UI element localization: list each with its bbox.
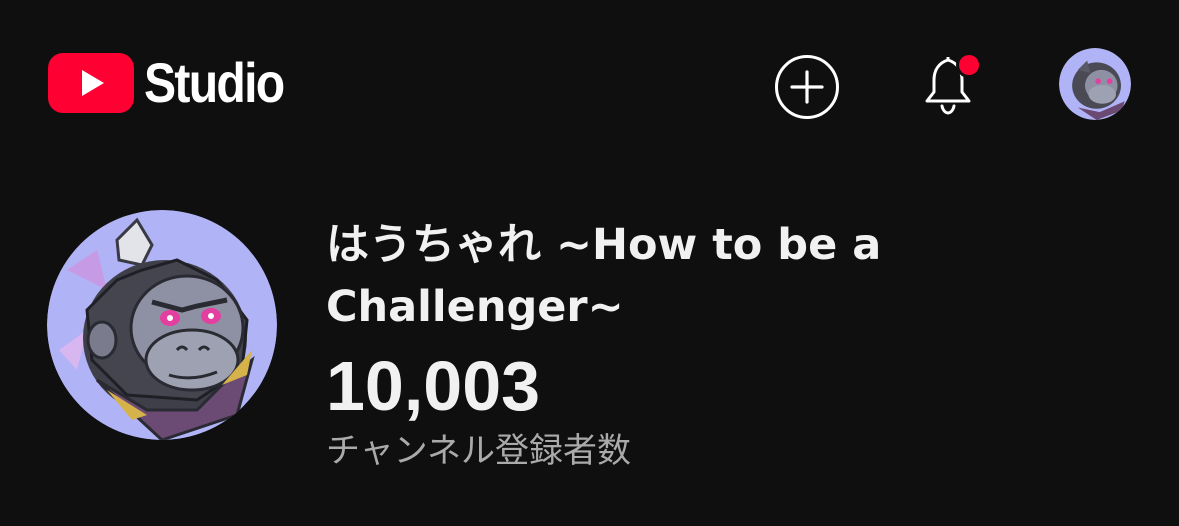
- plus-circle-icon: [775, 55, 839, 119]
- channel-avatar[interactable]: [47, 210, 277, 440]
- studio-logo[interactable]: Studio: [48, 52, 306, 114]
- notification-dot: [959, 55, 979, 75]
- channel-name: はうちゃれ ~How to be a Challenger~: [326, 220, 882, 332]
- account-avatar[interactable]: [1059, 48, 1131, 120]
- channel-info: はうちゃれ ~How to be a Challenger~ 10,003 チャ…: [326, 214, 1046, 474]
- bell-icon: [925, 52, 982, 115]
- studio-logo-text: Studio: [144, 51, 285, 114]
- subscriber-label: チャンネル登録者数: [326, 431, 631, 471]
- create-button[interactable]: [774, 54, 840, 120]
- subscriber-count: 10,003: [326, 347, 541, 425]
- notifications-button[interactable]: [921, 50, 985, 116]
- app-header: Studio: [0, 0, 1179, 170]
- studio-screen: Studio はうちゃれ ~How to be a Challenger~ 10…: [0, 0, 1179, 526]
- youtube-logo-icon: [48, 53, 134, 113]
- gorilla-avatar-icon: [47, 210, 277, 440]
- gorilla-avatar-icon: [1059, 48, 1131, 120]
